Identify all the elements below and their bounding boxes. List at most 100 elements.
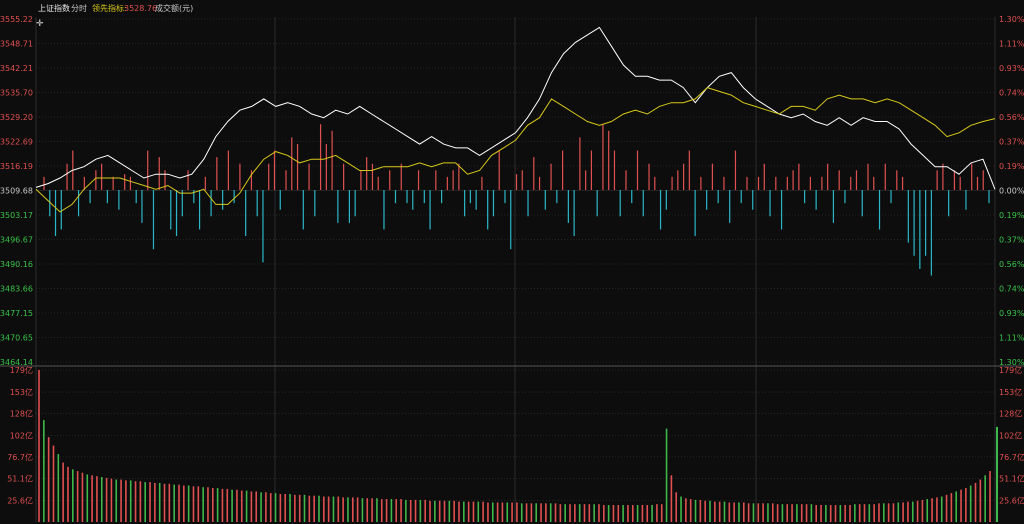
price-tick-label: 3535.70 xyxy=(0,89,33,98)
volume-bar xyxy=(931,498,933,522)
strength-bar xyxy=(942,163,944,190)
strength-bar xyxy=(106,190,108,204)
strength-bar xyxy=(389,170,391,190)
strength-bar xyxy=(809,176,811,190)
volume-bar xyxy=(796,504,798,522)
volume-bar xyxy=(506,502,509,522)
strength-bar xyxy=(423,190,425,204)
pct-tick-label: 0.56% xyxy=(999,260,1024,269)
volume-bar xyxy=(873,504,875,522)
strength-bar xyxy=(181,190,183,217)
volume-bar xyxy=(390,499,393,522)
volume-bar xyxy=(448,500,451,522)
strength-bar xyxy=(175,190,178,237)
volume-bar xyxy=(434,500,436,522)
volume-bar xyxy=(202,487,204,522)
pct-tick-label: 0.56% xyxy=(999,113,1024,122)
volume-bar xyxy=(685,498,687,522)
strength-bar xyxy=(971,163,973,190)
strength-bar xyxy=(561,150,564,190)
volume-bar xyxy=(858,504,861,522)
volume-bar xyxy=(569,504,571,522)
strength-bar xyxy=(256,190,258,217)
volume-bar xyxy=(863,504,866,522)
strength-bar xyxy=(440,190,443,204)
volume-tick-label: 76.7亿 xyxy=(7,452,33,462)
strength-bar xyxy=(222,190,224,210)
strength-bar xyxy=(360,170,362,190)
strength-bar xyxy=(481,176,483,190)
strength-bar xyxy=(279,190,281,210)
strength-bar xyxy=(953,170,956,190)
strength-bar xyxy=(245,190,247,237)
strength-bar xyxy=(763,163,765,190)
left-axis-labels: 3555.22 3548.71 3542.21 3535.70 3529.20 3522.… xyxy=(0,15,33,505)
strength-bar xyxy=(314,190,316,217)
pct-tick-label: 0.74% xyxy=(999,285,1024,294)
strength-bar xyxy=(464,190,466,217)
strength-bar xyxy=(170,190,172,230)
strength-bar xyxy=(129,176,132,190)
volume-bar xyxy=(86,474,89,522)
volume-bar xyxy=(641,505,644,522)
strength-bar xyxy=(832,190,835,223)
volume-bar xyxy=(829,505,832,522)
price-tick-label: 3490.16 xyxy=(0,260,33,269)
volume-bar xyxy=(134,481,137,522)
volume-bar xyxy=(839,505,842,522)
strength-bar xyxy=(850,176,852,190)
price-line xyxy=(35,26,996,190)
price-tick-label: 3477.15 xyxy=(0,309,33,318)
volume-bar xyxy=(574,504,576,522)
volume-bar xyxy=(129,480,132,522)
volume-bar xyxy=(699,499,702,522)
volume-tick-label: 128亿 xyxy=(10,408,33,418)
volume-bar xyxy=(714,501,716,522)
strength-bar xyxy=(700,176,702,190)
strength-bar xyxy=(429,190,431,230)
volume-bar xyxy=(265,492,267,522)
strength-bar xyxy=(66,163,68,190)
strength-bar xyxy=(729,190,731,223)
strength-bar xyxy=(780,190,783,230)
volume-bar xyxy=(100,476,103,522)
price-tick-label: 3509.68 xyxy=(0,187,33,196)
volume-bar xyxy=(115,479,118,522)
strength-bar xyxy=(348,190,350,223)
volume-bar xyxy=(622,505,624,522)
volume-bar xyxy=(680,496,682,522)
strength-bar xyxy=(573,190,575,237)
strength-bar xyxy=(567,190,569,223)
volume-bar xyxy=(487,502,489,522)
strength-bar xyxy=(855,170,858,190)
volume-bar xyxy=(738,502,740,522)
volume-bar xyxy=(520,503,523,522)
pct-tick-label: 0.93% xyxy=(999,309,1024,318)
volume-bar xyxy=(911,501,914,522)
volume-bar xyxy=(694,499,697,522)
strength-bar xyxy=(861,190,863,217)
volume-bar xyxy=(540,503,542,522)
strength-bar xyxy=(469,190,472,204)
strength-bar xyxy=(60,190,62,230)
volume-bar xyxy=(921,499,924,522)
volume-tick-label-right: 76.7亿 xyxy=(999,452,1024,462)
pct-tick-label: 0.37% xyxy=(999,138,1024,147)
volume-bar xyxy=(786,504,789,522)
volume-bar xyxy=(660,504,663,522)
volume-bar xyxy=(689,499,692,522)
strength-bars xyxy=(43,124,990,276)
volume-bar xyxy=(313,495,315,522)
strength-bar xyxy=(210,190,212,217)
volume-bar xyxy=(593,504,595,522)
volume-bar xyxy=(231,489,233,522)
strength-bar xyxy=(930,190,932,276)
strength-bar xyxy=(296,143,299,190)
strength-bar xyxy=(273,150,276,190)
volume-bar xyxy=(395,499,398,522)
volume-bar xyxy=(907,501,909,522)
strength-bar xyxy=(757,176,760,190)
strength-bar xyxy=(867,163,869,190)
strength-bar xyxy=(671,176,673,190)
volume-bar xyxy=(366,498,369,522)
